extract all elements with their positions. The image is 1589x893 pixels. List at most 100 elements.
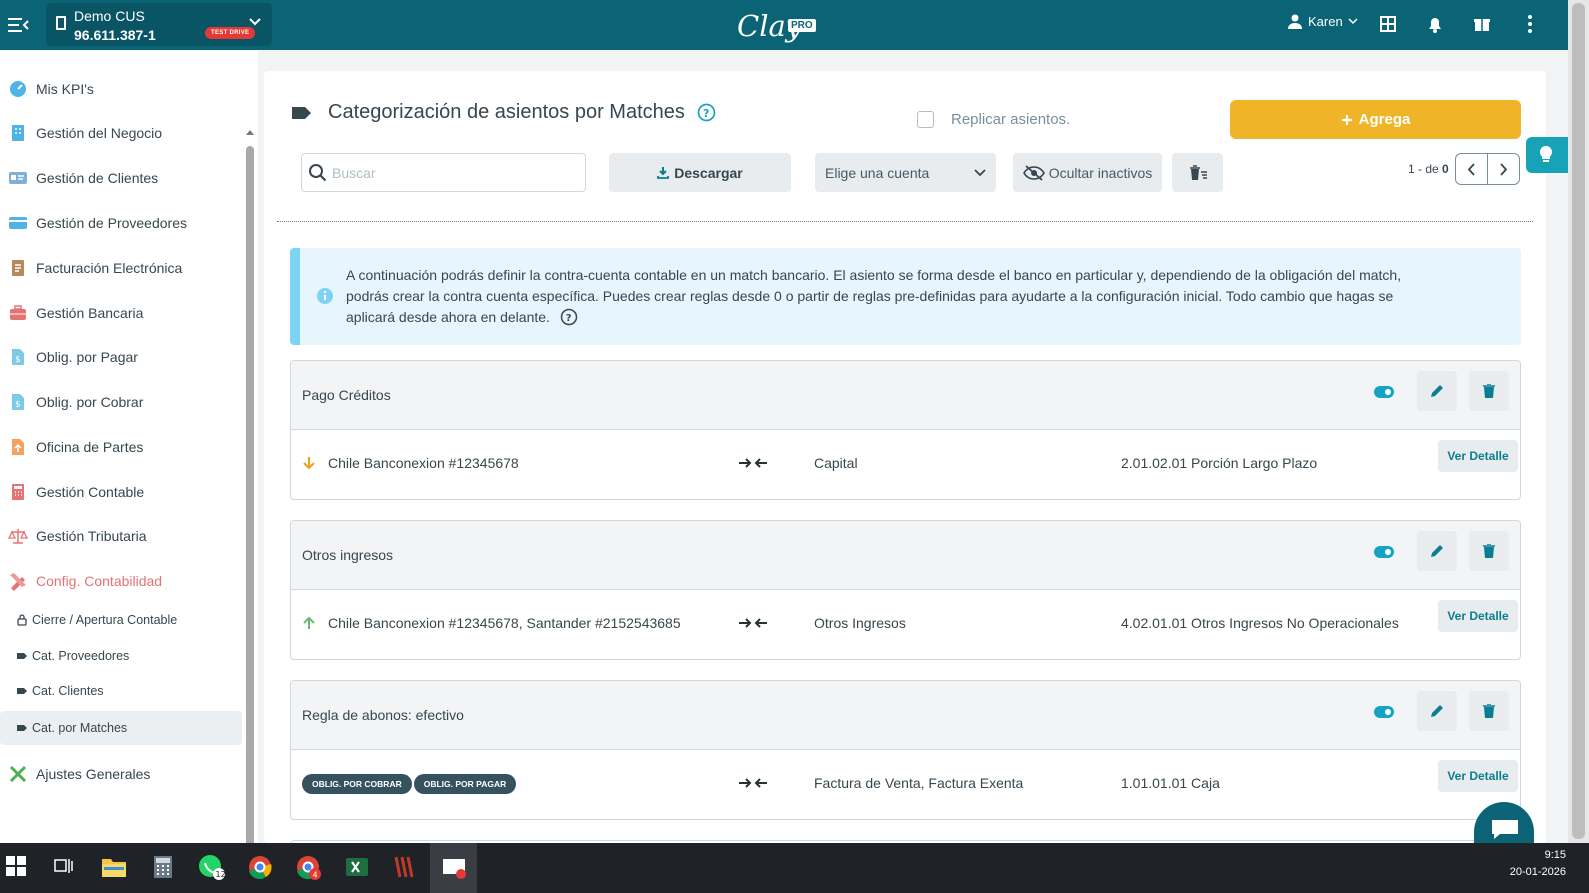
sidebar-item-label: Gestión del Negocio bbox=[36, 125, 163, 141]
sidebar-item-label: Ajustes Generales bbox=[36, 766, 151, 782]
grid-icon[interactable] bbox=[1377, 13, 1399, 35]
document-upload-icon bbox=[12, 439, 24, 455]
delete-rule-button[interactable] bbox=[1469, 531, 1509, 571]
page-scroll-thumb[interactable] bbox=[1572, 3, 1585, 839]
active-app-tab[interactable] bbox=[430, 843, 477, 893]
sidebar-scrollbar[interactable] bbox=[244, 124, 256, 872]
more-vertical-icon[interactable] bbox=[1519, 13, 1541, 35]
rule-account: 4.02.01.01 Otros Ingresos No Operacional… bbox=[1121, 615, 1399, 631]
account-select[interactable]: Elige una cuenta bbox=[815, 153, 996, 192]
add-button[interactable]: Agrega bbox=[1230, 100, 1521, 139]
delete-rule-button[interactable] bbox=[1469, 371, 1509, 411]
pager-total: 0 bbox=[1442, 162, 1449, 176]
sidebar-sub-cat-matches[interactable]: Cat. por Matches bbox=[0, 711, 242, 745]
chevron-down-icon bbox=[974, 168, 986, 176]
trash-icon bbox=[1483, 704, 1495, 718]
sidebar-item-kpis[interactable]: Mis KPI's bbox=[0, 69, 244, 109]
chat-icon bbox=[1492, 820, 1518, 839]
edit-rule-button[interactable] bbox=[1417, 691, 1457, 731]
chrome-icon[interactable] bbox=[246, 853, 274, 881]
sidebar-item-negocio[interactable]: Gestión del Negocio bbox=[0, 113, 244, 153]
help-icon[interactable]: ? bbox=[560, 308, 578, 326]
hide-inactive-button[interactable]: Ocultar inactivos bbox=[1013, 153, 1162, 192]
match-arrows-icon bbox=[739, 458, 767, 468]
menu-collapse-icon[interactable] bbox=[6, 13, 30, 37]
user-menu[interactable]: Karen bbox=[1287, 13, 1358, 29]
chevron-down-icon bbox=[249, 18, 261, 26]
rule-description: Factura de Venta, Factura Exenta bbox=[814, 775, 1024, 791]
delete-filter-button[interactable] bbox=[1172, 153, 1223, 192]
view-detail-button[interactable]: Ver Detalle bbox=[1438, 440, 1518, 472]
gift-icon[interactable] bbox=[1471, 13, 1493, 35]
rule-active-toggle[interactable] bbox=[1374, 706, 1394, 718]
rule-chips: OBLIG. POR COBRAR OBLIG. POR PAGAR bbox=[302, 774, 517, 794]
rule-active-toggle[interactable] bbox=[1374, 386, 1394, 398]
rule-card: Otros ingresos Chile Banconexion #123456… bbox=[290, 520, 1521, 660]
edit-rule-button[interactable] bbox=[1417, 531, 1457, 571]
tag-icon bbox=[17, 653, 27, 659]
sidebar-sub-cat-clientes[interactable]: Cat. Clientes bbox=[0, 674, 242, 708]
sidebar-sub-cat-proveedores[interactable]: Cat. Proveedores bbox=[0, 639, 242, 673]
download-button[interactable]: Descargar bbox=[609, 153, 791, 192]
rule-card-header: Otros ingresos bbox=[291, 521, 1520, 590]
whatsapp-badge: 12 bbox=[216, 870, 226, 879]
replicar-checkbox[interactable] bbox=[917, 111, 934, 128]
sidebar-item-bancaria[interactable]: Gestión Bancaria bbox=[0, 293, 244, 333]
file-explorer-icon[interactable] bbox=[100, 853, 128, 881]
user-name: Karen bbox=[1308, 13, 1343, 29]
chevron-down-icon bbox=[1348, 18, 1358, 25]
building-icon bbox=[56, 16, 66, 30]
search-input[interactable] bbox=[332, 162, 572, 184]
excel-icon[interactable] bbox=[343, 853, 371, 881]
windows-start-icon[interactable] bbox=[5, 855, 27, 877]
sidebar-item-proveedores[interactable]: Gestión de Proveedores bbox=[0, 203, 244, 243]
rule-name: Otros ingresos bbox=[302, 547, 394, 563]
sidebar-sub-cierre-apertura[interactable]: Cierre / Apertura Contable bbox=[0, 603, 242, 637]
view-detail-button[interactable]: Ver Detalle bbox=[1438, 600, 1518, 632]
rule-active-toggle[interactable] bbox=[1374, 546, 1394, 558]
sidebar-item-oblig-cobrar[interactable]: $ Oblig. por Cobrar bbox=[0, 382, 244, 422]
company-selector[interactable]: Demo CUS 96.611.387-1 TEST DRIVE bbox=[46, 3, 272, 46]
chrome-profile-icon[interactable]: 4 bbox=[294, 853, 322, 881]
search-icon bbox=[309, 164, 327, 182]
rule-description: Capital bbox=[814, 455, 858, 471]
sidebar-item-label: Gestión Tributaria bbox=[36, 528, 147, 544]
info-icon bbox=[317, 288, 333, 304]
whatsapp-icon[interactable]: 12 bbox=[197, 853, 225, 881]
winrar-icon[interactable] bbox=[391, 853, 419, 881]
sidebar-scroll-thumb[interactable] bbox=[246, 146, 254, 859]
replicar-checkbox-row[interactable]: Replicar asientos. bbox=[917, 111, 1070, 128]
rule-bank: Chile Banconexion #12345678, Santander #… bbox=[302, 615, 681, 631]
pagination-counter: 1 - de 0 bbox=[1408, 162, 1449, 176]
bell-icon[interactable] bbox=[1424, 13, 1446, 35]
page-scrollbar[interactable] bbox=[1568, 0, 1589, 843]
sidebar-item-ajustes[interactable]: Ajustes Generales bbox=[0, 754, 244, 794]
sidebar-item-config-contabilidad[interactable]: Config. Contabilidad bbox=[0, 561, 244, 601]
next-page-button[interactable] bbox=[1488, 154, 1519, 184]
help-side-tab[interactable] bbox=[1526, 137, 1568, 173]
sidebar-item-oblig-pagar[interactable]: $ Oblig. por Pagar bbox=[0, 337, 244, 377]
top-bar: Demo CUS 96.611.387-1 TEST DRIVE Clay PR… bbox=[0, 0, 1568, 50]
sidebar-item-oficina-partes[interactable]: Oficina de Partes bbox=[0, 427, 244, 467]
trash-icon bbox=[1483, 544, 1495, 558]
eye-off-icon bbox=[1022, 164, 1045, 181]
sidebar-item-contable[interactable]: Gestión Contable bbox=[0, 472, 244, 512]
scale-icon bbox=[8, 529, 28, 544]
view-detail-button[interactable]: Ver Detalle bbox=[1438, 760, 1518, 792]
sidebar-item-label: Cierre / Apertura Contable bbox=[32, 613, 178, 627]
rule-account: 2.01.02.01 Porción Largo Plazo bbox=[1121, 455, 1318, 471]
system-clock[interactable]: 9:15 20-01-2026 bbox=[1506, 847, 1566, 881]
prev-page-button[interactable] bbox=[1456, 154, 1488, 184]
svg-text:?: ? bbox=[703, 107, 709, 120]
scroll-up-icon[interactable] bbox=[245, 128, 255, 136]
sidebar-item-clientes[interactable]: Gestión de Clientes bbox=[0, 158, 244, 198]
edit-rule-button[interactable] bbox=[1417, 371, 1457, 411]
calculator-app-icon[interactable] bbox=[149, 853, 177, 881]
delete-rule-button[interactable] bbox=[1469, 691, 1509, 731]
sidebar-item-tributaria[interactable]: Gestión Tributaria bbox=[0, 516, 244, 556]
task-view-icon[interactable] bbox=[52, 856, 74, 876]
hide-inactive-label: Ocultar inactivos bbox=[1048, 164, 1153, 181]
search-box[interactable] bbox=[301, 153, 586, 192]
help-icon[interactable]: ? bbox=[697, 103, 716, 122]
sidebar-item-facturacion[interactable]: Facturación Electrónica bbox=[0, 248, 244, 288]
